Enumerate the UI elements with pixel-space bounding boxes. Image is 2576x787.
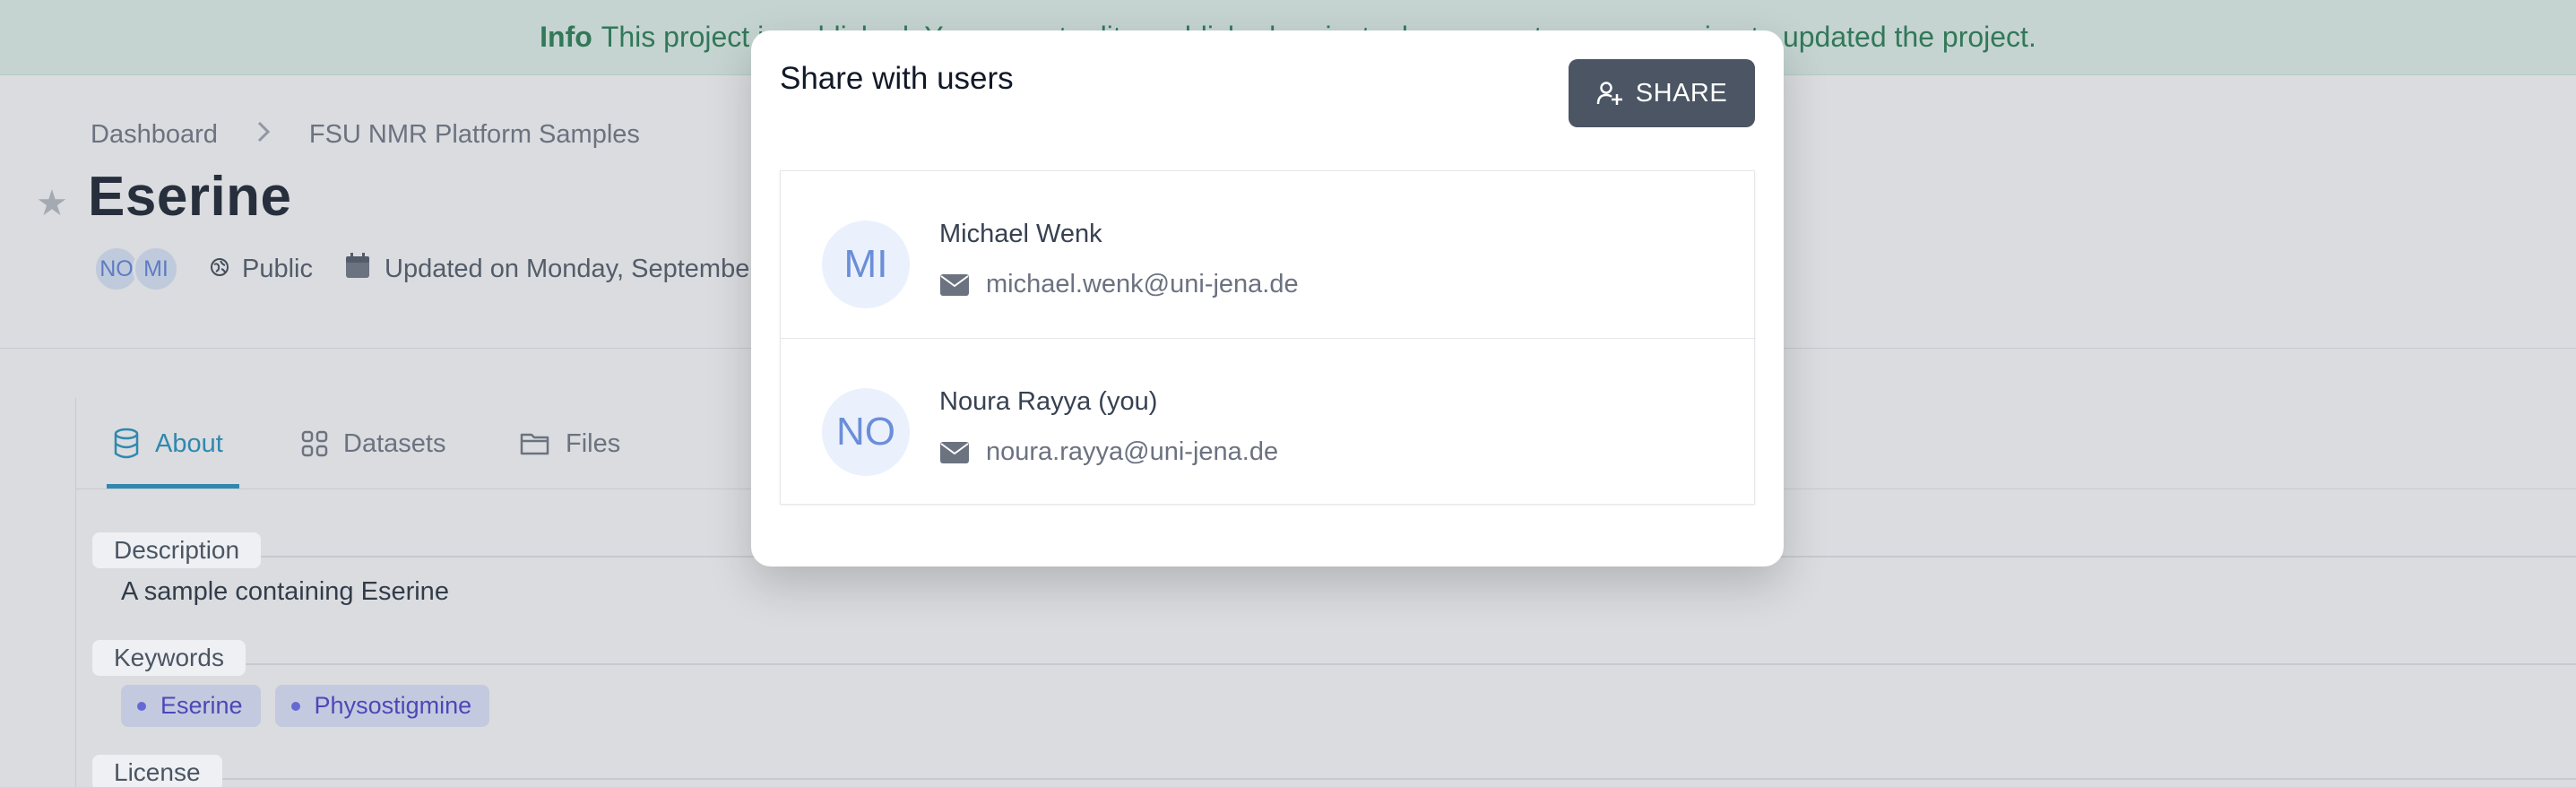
user-name: Noura Rayya (you) xyxy=(939,387,1158,416)
share-button[interactable]: SHARE xyxy=(1569,59,1755,127)
user-email-text: noura.rayya@uni-jena.de xyxy=(986,437,1279,466)
description-label: Description xyxy=(92,532,262,568)
share-modal: Share with users SHARE MI Michael Wenk m… xyxy=(751,30,1784,566)
user-plus-icon xyxy=(1596,80,1623,107)
keywords-label: Keywords xyxy=(92,640,246,676)
avatar: MI xyxy=(822,221,910,308)
user-email-text: michael.wenk@uni-jena.de xyxy=(986,270,1299,298)
list-item: NO Noura Rayya (you) noura.rayya@uni-jen… xyxy=(781,338,1756,505)
shared-user-list: MI Michael Wenk michael.wenk@uni-jena.de… xyxy=(780,170,1756,505)
avatar: NO xyxy=(822,388,910,476)
mail-icon xyxy=(939,273,970,297)
mail-icon xyxy=(939,441,970,464)
modal-title: Share with users xyxy=(780,61,1014,96)
share-button-label: SHARE xyxy=(1635,78,1728,108)
license-label: License xyxy=(92,755,222,787)
list-item: MI Michael Wenk michael.wenk@uni-jena.de xyxy=(781,171,1756,338)
user-email: michael.wenk@uni-jena.de xyxy=(939,270,1299,299)
user-email: noura.rayya@uni-jena.de xyxy=(939,437,1278,467)
user-name: Michael Wenk xyxy=(939,220,1102,248)
